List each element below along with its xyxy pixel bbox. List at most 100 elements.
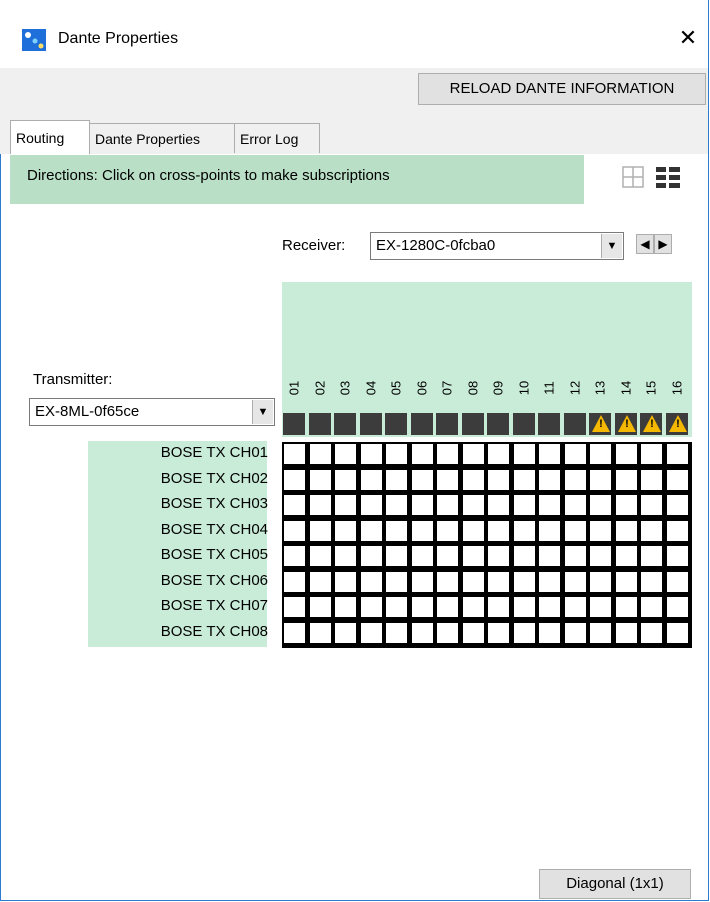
crosspoint-cell[interactable] bbox=[310, 572, 331, 592]
crosspoint-cell[interactable] bbox=[590, 597, 611, 617]
crosspoint-cell[interactable] bbox=[641, 572, 662, 592]
crosspoint-cell[interactable] bbox=[641, 495, 662, 515]
crosspoint-cell[interactable] bbox=[488, 495, 509, 515]
crosspoint-cell[interactable] bbox=[310, 546, 331, 566]
crosspoint-cell[interactable] bbox=[310, 521, 331, 541]
crosspoint-cell[interactable] bbox=[437, 572, 458, 592]
crosspoint-cell[interactable] bbox=[310, 495, 331, 515]
crosspoint-cell[interactable] bbox=[361, 546, 382, 566]
crosspoint-cell[interactable] bbox=[412, 623, 433, 643]
crosspoint-cell[interactable] bbox=[565, 521, 586, 541]
crosspoint-cell[interactable] bbox=[412, 470, 433, 490]
crosspoint-cell[interactable] bbox=[463, 546, 484, 566]
crosspoint-cell[interactable] bbox=[590, 495, 611, 515]
crosspoint-cell[interactable] bbox=[335, 546, 356, 566]
crosspoint-cell[interactable] bbox=[463, 521, 484, 541]
crosspoint-cell[interactable] bbox=[514, 623, 535, 643]
receiver-select[interactable]: EX-1280C-0fcba0 ▼ bbox=[370, 232, 624, 260]
crosspoint-cell[interactable] bbox=[284, 623, 305, 643]
crosspoint-cell[interactable] bbox=[641, 546, 662, 566]
crosspoint-cell[interactable] bbox=[437, 444, 458, 464]
crosspoint-cell[interactable] bbox=[437, 521, 458, 541]
crosspoint-cell[interactable] bbox=[335, 444, 356, 464]
crosspoint-cell[interactable] bbox=[616, 444, 637, 464]
crosspoint-cell[interactable] bbox=[284, 444, 305, 464]
crosspoint-cell[interactable] bbox=[565, 444, 586, 464]
crosspoint-cell[interactable] bbox=[488, 572, 509, 592]
crosspoint-cell[interactable] bbox=[463, 572, 484, 592]
crosspoint-cell[interactable] bbox=[488, 546, 509, 566]
reload-dante-information-button[interactable]: RELOAD DANTE INFORMATION bbox=[418, 73, 706, 105]
crosspoint-cell[interactable] bbox=[284, 572, 305, 592]
crosspoint-cell[interactable] bbox=[667, 623, 688, 643]
next-receiver-button[interactable]: ▶ bbox=[654, 234, 672, 254]
crosspoint-cell[interactable] bbox=[361, 444, 382, 464]
crosspoint-cell[interactable] bbox=[437, 495, 458, 515]
crosspoint-cell[interactable] bbox=[310, 597, 331, 617]
crosspoint-cell[interactable] bbox=[590, 470, 611, 490]
crosspoint-cell[interactable] bbox=[284, 521, 305, 541]
previous-receiver-button[interactable]: ◀ bbox=[636, 234, 654, 254]
crosspoint-cell[interactable] bbox=[565, 623, 586, 643]
crosspoint-cell[interactable] bbox=[667, 572, 688, 592]
grid-view-icon[interactable] bbox=[622, 166, 644, 188]
crosspoint-cell[interactable] bbox=[488, 597, 509, 617]
crosspoint-cell[interactable] bbox=[616, 470, 637, 490]
crosspoint-cell[interactable] bbox=[386, 623, 407, 643]
crosspoint-cell[interactable] bbox=[437, 546, 458, 566]
crosspoint-cell[interactable] bbox=[386, 495, 407, 515]
crosspoint-cell[interactable] bbox=[616, 521, 637, 541]
crosspoint-cell[interactable] bbox=[667, 470, 688, 490]
tab-dante-properties[interactable]: Dante Properties bbox=[89, 123, 235, 153]
crosspoint-cell[interactable] bbox=[667, 444, 688, 464]
crosspoint-cell[interactable] bbox=[590, 444, 611, 464]
crosspoint-cell[interactable] bbox=[667, 495, 688, 515]
crosspoint-cell[interactable] bbox=[463, 470, 484, 490]
crosspoint-cell[interactable] bbox=[539, 470, 560, 490]
crosspoint-cell[interactable] bbox=[514, 470, 535, 490]
crosspoint-cell[interactable] bbox=[514, 444, 535, 464]
close-icon[interactable]: ✕ bbox=[676, 24, 700, 52]
crosspoint-cell[interactable] bbox=[488, 444, 509, 464]
crosspoint-cell[interactable] bbox=[539, 546, 560, 566]
diagonal-button[interactable]: Diagonal (1x1) bbox=[539, 869, 691, 899]
crosspoint-cell[interactable] bbox=[488, 470, 509, 490]
crosspoint-cell[interactable] bbox=[514, 597, 535, 617]
crosspoint-cell[interactable] bbox=[335, 597, 356, 617]
crosspoint-cell[interactable] bbox=[616, 546, 637, 566]
crosspoint-cell[interactable] bbox=[616, 597, 637, 617]
chevron-down-icon[interactable]: ▼ bbox=[601, 234, 622, 258]
crosspoint-cell[interactable] bbox=[284, 546, 305, 566]
transmitter-select[interactable]: EX-8ML-0f65ce ▼ bbox=[29, 398, 275, 426]
crosspoint-cell[interactable] bbox=[310, 623, 331, 643]
crosspoint-cell[interactable] bbox=[641, 623, 662, 643]
crosspoint-cell[interactable] bbox=[361, 521, 382, 541]
crosspoint-cell[interactable] bbox=[590, 521, 611, 541]
crosspoint-cell[interactable] bbox=[335, 470, 356, 490]
crosspoint-cell[interactable] bbox=[641, 470, 662, 490]
crosspoint-cell[interactable] bbox=[463, 495, 484, 515]
crosspoint-cell[interactable] bbox=[539, 521, 560, 541]
crosspoint-cell[interactable] bbox=[590, 572, 611, 592]
tab-error-log[interactable]: Error Log bbox=[234, 123, 320, 153]
crosspoint-cell[interactable] bbox=[667, 521, 688, 541]
crosspoint-cell[interactable] bbox=[539, 623, 560, 643]
crosspoint-cell[interactable] bbox=[361, 572, 382, 592]
crosspoint-cell[interactable] bbox=[412, 495, 433, 515]
crosspoint-cell[interactable] bbox=[437, 470, 458, 490]
crosspoint-cell[interactable] bbox=[412, 444, 433, 464]
crosspoint-cell[interactable] bbox=[310, 470, 331, 490]
crosspoint-cell[interactable] bbox=[437, 597, 458, 617]
crosspoint-cell[interactable] bbox=[361, 495, 382, 515]
crosspoint-cell[interactable] bbox=[590, 546, 611, 566]
crosspoint-cell[interactable] bbox=[284, 495, 305, 515]
crosspoint-cell[interactable] bbox=[310, 444, 331, 464]
crosspoint-cell[interactable] bbox=[667, 597, 688, 617]
crosspoint-cell[interactable] bbox=[335, 623, 356, 643]
crosspoint-cell[interactable] bbox=[463, 597, 484, 617]
crosspoint-cell[interactable] bbox=[539, 572, 560, 592]
crosspoint-cell[interactable] bbox=[437, 623, 458, 643]
crosspoint-cell[interactable] bbox=[641, 521, 662, 541]
crosspoint-cell[interactable] bbox=[284, 597, 305, 617]
crosspoint-cell[interactable] bbox=[463, 444, 484, 464]
